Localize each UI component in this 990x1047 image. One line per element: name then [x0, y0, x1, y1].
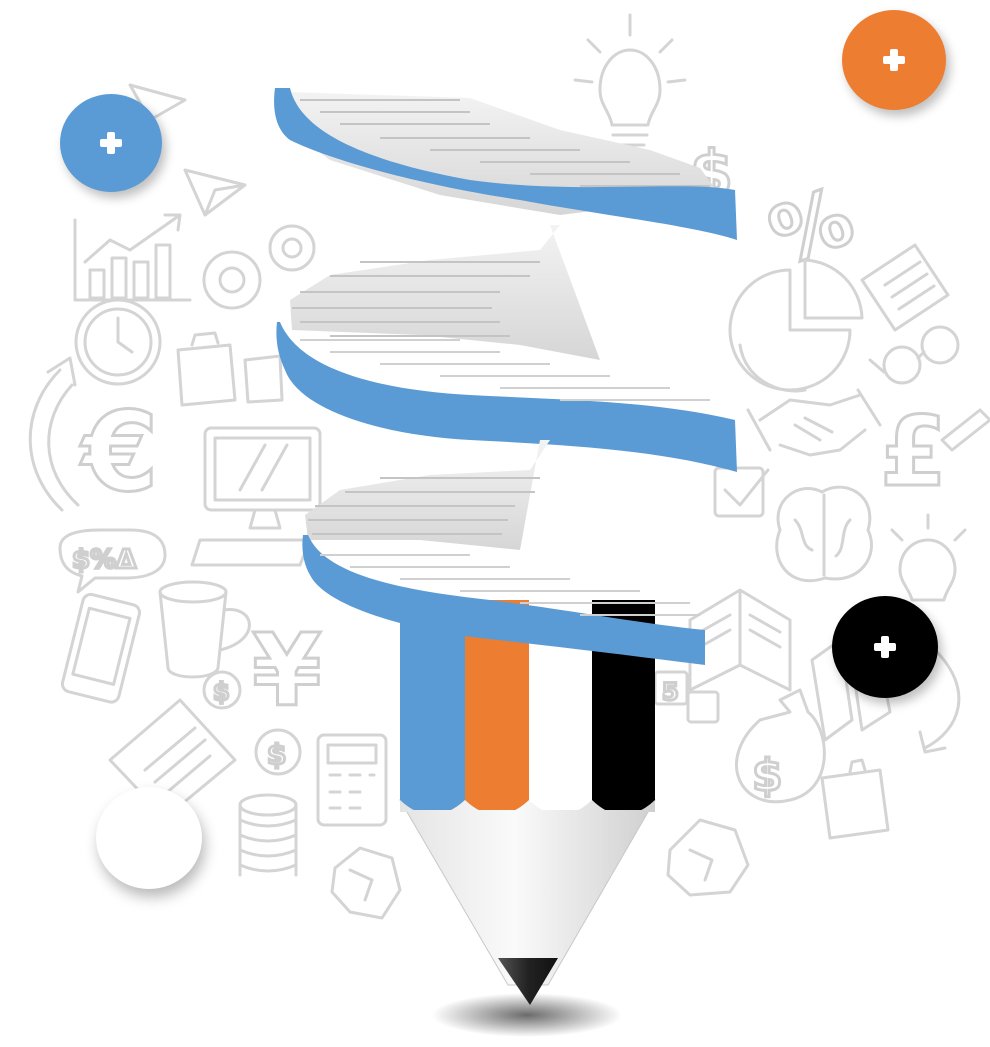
pencil-wood-cone: [399, 799, 656, 986]
plus-icon: [883, 49, 905, 71]
infographic-canvas: € $%Δ ¥ $ $ $ % £ 5 $: [0, 0, 990, 1047]
add-button-blue[interactable]: [60, 94, 162, 192]
plus-icon: [874, 636, 896, 658]
add-button-black[interactable]: [832, 596, 938, 698]
staircase-ribbon-middle: [276, 322, 737, 472]
blank-circle-placeholder[interactable]: [96, 787, 202, 889]
plus-icon: [100, 132, 122, 154]
add-button-orange[interactable]: [842, 10, 946, 110]
spiral-staircase: [274, 88, 737, 665]
